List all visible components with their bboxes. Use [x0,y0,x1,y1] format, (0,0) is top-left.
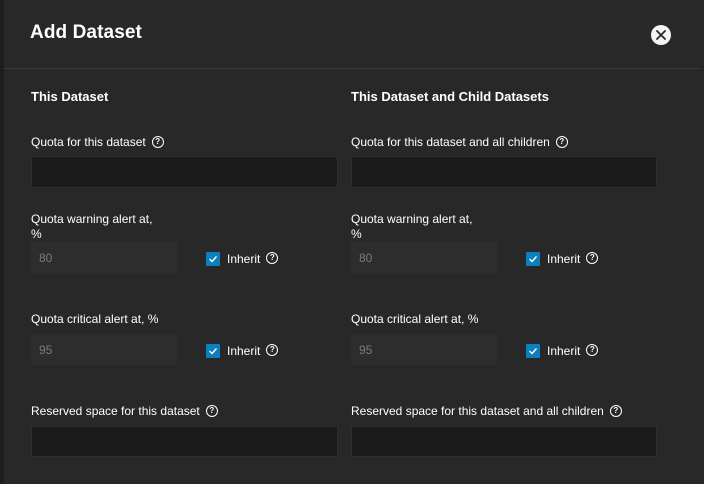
inherit-label: Inherit [227,252,261,266]
critical-children-label: Quota critical alert at, % [351,312,479,326]
warning-input[interactable]: 80 [31,242,177,273]
help-icon[interactable]: ? [555,135,568,148]
warning-children-label-line1: Quota warning alert at, [351,212,473,226]
help-icon[interactable]: ? [609,404,622,417]
section-title-child-datasets: This Dataset and Child Datasets [351,89,549,104]
checkbox-checked[interactable] [526,252,540,266]
close-button[interactable] [651,25,671,45]
inherit-label: Inherit [547,344,581,358]
reserved-input[interactable] [31,426,338,457]
help-icon[interactable]: ? [586,252,599,264]
warning-children-inherit-checkbox[interactable]: Inherit? [526,252,599,266]
critical-inherit-checkbox[interactable]: Inherit? [206,344,279,358]
help-icon[interactable]: ? [151,135,164,148]
reserved-children-label-text: Reserved space for this dataset and all … [351,404,604,418]
warning-children-label: Quota warning alert at, % [351,212,472,242]
reserved-children-input[interactable] [351,426,657,457]
section-title-this-dataset: This Dataset [31,89,109,104]
warning-label-line1: Quota warning alert at, [31,212,153,226]
critical-children-inherit-checkbox[interactable]: Inherit? [526,344,599,358]
checkmark-icon [209,348,218,355]
inherit-label: Inherit [547,252,581,266]
quota-label-text: Quota for this dataset [31,135,146,149]
reserved-label: Reserved space for this dataset? [31,404,218,419]
checkbox-checked[interactable] [206,252,220,266]
reserved-children-label: Reserved space for this dataset and all … [351,404,622,419]
quota-children-label: Quota for this dataset and all children? [351,135,568,150]
quota-children-label-text: Quota for this dataset and all children [351,135,550,149]
checkmark-icon [529,348,538,355]
checkmark-icon [209,256,218,263]
help-icon[interactable]: ? [586,344,599,356]
close-icon [656,30,666,40]
checkmark-icon [529,256,538,263]
inherit-label: Inherit [227,344,261,358]
dialog-title: Add Dataset [30,22,142,43]
help-icon[interactable]: ? [266,344,279,356]
critical-input[interactable]: 95 [31,334,177,365]
warning-children-input[interactable]: 80 [351,242,497,273]
warning-children-label-line2: % [351,227,362,241]
checkbox-checked[interactable] [526,344,540,358]
help-icon[interactable]: ? [205,404,218,417]
warning-label-line2: % [31,227,42,241]
quota-input[interactable] [31,156,338,188]
reserved-label-text: Reserved space for this dataset [31,404,200,418]
warning-inherit-checkbox[interactable]: Inherit? [206,252,279,266]
header-divider [4,68,700,69]
critical-children-input[interactable]: 95 [351,334,497,365]
checkbox-checked[interactable] [206,344,220,358]
quota-label: Quota for this dataset? [31,135,164,150]
warning-label: Quota warning alert at, % [31,212,152,242]
quota-children-input[interactable] [351,156,657,188]
help-icon[interactable]: ? [266,252,279,264]
critical-label: Quota critical alert at, % [31,312,159,326]
